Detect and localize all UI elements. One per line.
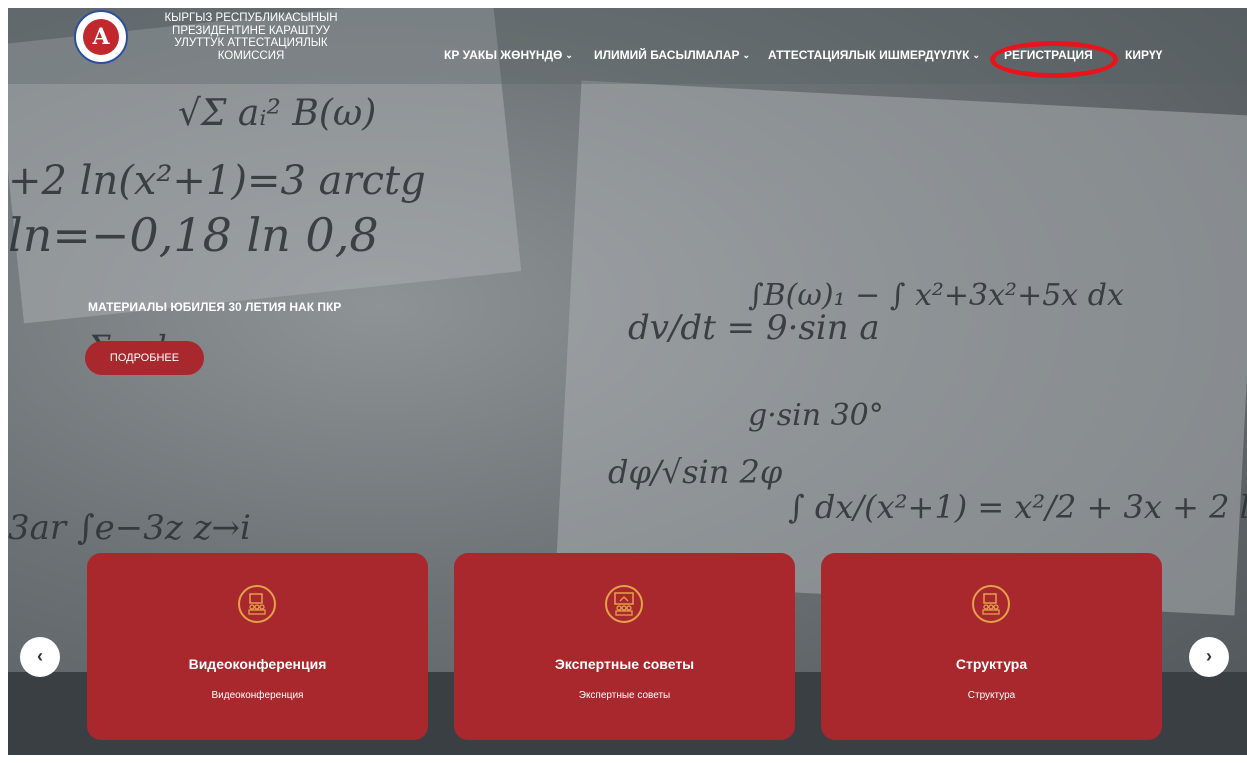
hero-banner: +2 ln(x²+1)=3 arctg ln=−0,18 ln 0,8 √Σ a… xyxy=(8,8,1247,755)
card-expert-councils[interactable]: Экспертные советы Экспертные советы xyxy=(454,553,795,740)
background-formula: g·sin 30° xyxy=(748,398,884,433)
background-paper xyxy=(555,80,1247,616)
card-subtitle: Структура xyxy=(967,690,1016,701)
background-formula: ∫ dx/(x²+1) = x²/2 + 3x + 2 ln(x² xyxy=(788,488,1247,526)
hero-headline[interactable]: МАТЕРИАЛЫ ЮБИЛЕЯ 30 ЛЕТИЯ НАК ПКР xyxy=(88,300,341,314)
nav-label: КИРҮҮ xyxy=(1125,48,1163,62)
background-formula: dv/dt = 9·sin a xyxy=(628,308,880,348)
conference-icon xyxy=(238,585,276,623)
presentation-icon xyxy=(605,585,643,623)
card-structure[interactable]: Структура Структура xyxy=(821,553,1162,740)
background-formula: +2 ln(x²+1)=3 arctg xyxy=(8,158,426,204)
highlight-ring xyxy=(990,41,1118,78)
background-formula: ∫B(ω)₁ − ∫ x²+3x²+5x dx xyxy=(748,278,1124,313)
org-name-line: УЛУТТУК АТТЕСТАЦИЯЛЫК xyxy=(174,37,328,49)
structure-icon xyxy=(972,585,1010,623)
more-button[interactable]: ПОДРОБНЕЕ xyxy=(85,341,204,375)
card-title: Экспертные советы xyxy=(554,656,695,672)
background-formula: ln=−0,18 ln 0,8 xyxy=(8,208,379,262)
nav-item-about[interactable]: КР УАКЫ ЖӨНҮНДӨ ⌄ xyxy=(444,48,573,62)
organization-name[interactable]: КЫРГЫЗ РЕСПУБЛИКАСЫНЫН ПРЕЗИДЕНТИНЕ КАРА… xyxy=(156,12,346,62)
background-formula: dφ/√sin 2φ xyxy=(608,453,783,491)
carousel-prev-button[interactable]: ‹ xyxy=(20,637,60,677)
card-subtitle: Экспертные советы xyxy=(578,690,671,701)
background-formula: √Σ aᵢ² B(ω) xyxy=(178,93,377,134)
background-formula: 3ar ∫e−3z z→i xyxy=(8,508,251,548)
chevron-right-icon: › xyxy=(1206,646,1212,666)
chevron-left-icon: ‹ xyxy=(37,646,43,666)
card-videoconference[interactable]: Видеоконференция Видеоконференция xyxy=(87,553,428,740)
logo-letter: A xyxy=(83,19,119,55)
nav-label: КР УАКЫ ЖӨНҮНДӨ xyxy=(444,48,563,62)
nav-item-login[interactable]: КИРҮҮ xyxy=(1125,48,1162,62)
org-name-line: КОМИССИЯ xyxy=(217,49,285,62)
org-name-line: КЫРГЫЗ РЕСПУБЛИКАСЫНЫН xyxy=(164,12,338,24)
carousel-next-button[interactable]: › xyxy=(1189,637,1229,677)
logo-emblem[interactable]: A xyxy=(74,10,128,64)
nav-label: АТТЕСТАЦИЯЛЫК ИШМЕРДҮҮЛҮК xyxy=(768,48,970,62)
chevron-down-icon: ⌄ xyxy=(742,49,751,60)
card-subtitle: Видеоконференция xyxy=(211,690,304,701)
card-title: Структура xyxy=(955,656,1028,672)
nav-item-publications[interactable]: ИЛИМИЙ БАСЫЛМАЛАР ⌄ xyxy=(594,48,750,62)
chevron-down-icon: ⌄ xyxy=(565,49,573,60)
card-title: Видеоконференция xyxy=(188,656,327,672)
nav-item-attestation[interactable]: АТТЕСТАЦИЯЛЫК ИШМЕРДҮҮЛҮК ⌄ xyxy=(768,48,980,62)
org-name-line: ПРЕЗИДЕНТИНЕ КАРАШТУУ xyxy=(172,24,330,37)
chevron-down-icon: ⌄ xyxy=(972,49,980,60)
nav-label: ИЛИМИЙ БАСЫЛМАЛАР xyxy=(594,48,740,62)
